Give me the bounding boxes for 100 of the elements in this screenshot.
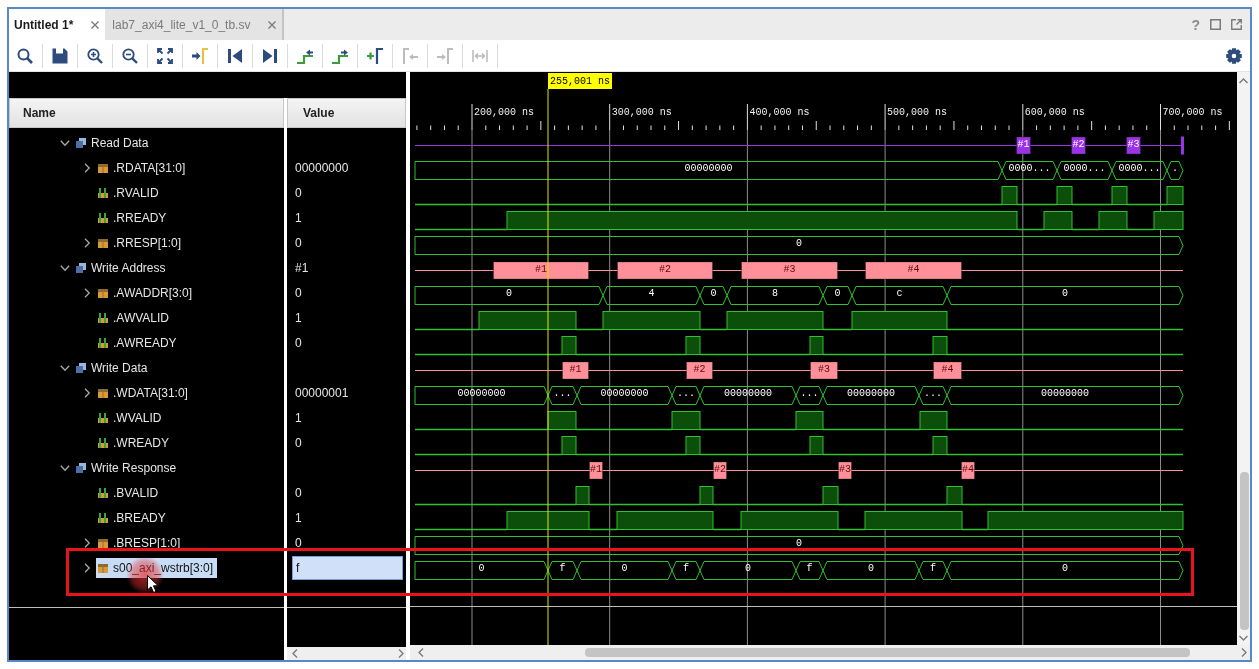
transaction-edge-marker[interactable] bbox=[1181, 136, 1184, 155]
bus-value-segment: 0 bbox=[576, 561, 673, 580]
bus-signal-icon bbox=[98, 562, 108, 573]
signal-value: 0 bbox=[295, 435, 302, 450]
close-icon[interactable] bbox=[268, 20, 277, 29]
signal-group-item[interactable]: Write Response bbox=[74, 457, 181, 478]
transaction-box[interactable]: #3 bbox=[1126, 136, 1141, 155]
bus-value-segment: 0 bbox=[946, 561, 1184, 580]
vertical-scrollbar[interactable] bbox=[1237, 72, 1250, 645]
signal-group-item[interactable]: Read Data bbox=[74, 132, 153, 153]
signal-item[interactable]: .BVALID bbox=[96, 482, 163, 503]
horizontal-scrollbar[interactable] bbox=[287, 647, 406, 660]
transaction-box[interactable]: #4 bbox=[865, 261, 962, 280]
skip-to-start-icon bbox=[227, 47, 243, 64]
transaction-box[interactable]: #3 bbox=[838, 461, 852, 480]
value-column-header[interactable]: Value bbox=[287, 98, 406, 128]
bit-signal-icon bbox=[98, 337, 108, 348]
bus-value-segment: . bbox=[1166, 161, 1184, 180]
signal-item[interactable]: .RRESP[1:0] bbox=[96, 232, 186, 253]
scroll-right-icon[interactable] bbox=[398, 649, 404, 658]
signal-item[interactable]: .RVALID bbox=[96, 182, 163, 203]
horizontal-scrollbar[interactable] bbox=[410, 645, 1250, 660]
transaction-box[interactable]: #2 bbox=[686, 361, 713, 380]
chevron-right-icon[interactable] bbox=[82, 162, 92, 173]
tab[interactable]: lab7_axi4_lite_v1_0_tb.sv bbox=[105, 9, 285, 40]
settings-icon[interactable] bbox=[1226, 47, 1242, 64]
transaction-box[interactable]: #2 bbox=[1071, 136, 1086, 155]
transaction-box[interactable]: #1 bbox=[589, 461, 603, 480]
signal-item[interactable]: .WDATA[31:0] bbox=[96, 382, 192, 403]
scroll-right-icon[interactable] bbox=[1241, 648, 1247, 657]
signal-group-icon bbox=[76, 362, 86, 373]
signal-item[interactable]: .WVALID bbox=[96, 407, 166, 428]
time-tick-label: 700,000 ns bbox=[1162, 106, 1223, 118]
signal-name: .WDATA[31:0] bbox=[113, 385, 188, 400]
bus-value-segment: 0 bbox=[414, 536, 1184, 555]
bus-value-segment: c bbox=[851, 286, 948, 305]
chevron-right-icon[interactable] bbox=[82, 537, 92, 548]
transaction-box[interactable]: #3 bbox=[741, 261, 838, 280]
signal-item[interactable]: .AWREADY bbox=[96, 332, 181, 353]
chevron-right-icon[interactable] bbox=[82, 237, 92, 248]
bit-signal-icon bbox=[98, 437, 108, 448]
bus-signal-icon bbox=[98, 387, 108, 398]
scroll-up-icon[interactable] bbox=[1239, 78, 1248, 84]
transaction-box[interactable]: #3 bbox=[810, 361, 838, 380]
float-window-icon[interactable] bbox=[1231, 19, 1242, 30]
name-column-header[interactable]: Name bbox=[9, 98, 284, 128]
bus-value-segment: 0000... bbox=[1111, 161, 1168, 180]
scroll-down-icon[interactable] bbox=[1239, 635, 1248, 641]
signal-group-item[interactable]: Write Data bbox=[74, 357, 152, 378]
bus-value-segment: 0 bbox=[822, 561, 920, 580]
bus-value-segment: 0000... bbox=[1056, 161, 1113, 180]
chevron-right-icon[interactable] bbox=[82, 387, 92, 398]
bus-value-segment: 00000000 bbox=[414, 161, 1003, 180]
skip-to-end-icon bbox=[262, 47, 278, 64]
signal-item[interactable]: .WREADY bbox=[96, 432, 173, 453]
bus-value-segment: 0 bbox=[699, 561, 797, 580]
bus-value-segment: 00000000 bbox=[946, 386, 1184, 405]
signal-value: 0 bbox=[295, 485, 302, 500]
scroll-left-icon[interactable] bbox=[292, 649, 298, 658]
expand-arrows-icon bbox=[157, 47, 173, 64]
signal-group-item[interactable]: Write Address bbox=[74, 257, 170, 278]
signal-item[interactable]: .AWVALID bbox=[96, 307, 173, 328]
signal-name: .AWVALID bbox=[113, 310, 169, 325]
transaction-box[interactable]: #4 bbox=[933, 361, 962, 380]
bus-value-segment: 8 bbox=[726, 286, 824, 305]
transaction-box[interactable]: #4 bbox=[961, 461, 975, 480]
transaction-box[interactable]: #1 bbox=[562, 361, 589, 380]
transaction-box[interactable]: #1 bbox=[1016, 136, 1031, 155]
search-icon bbox=[17, 47, 33, 64]
bus-value-segment: ... bbox=[671, 386, 701, 405]
close-icon[interactable] bbox=[91, 20, 100, 29]
transaction-box[interactable]: #2 bbox=[617, 261, 713, 280]
signal-group-name: Read Data bbox=[91, 135, 149, 150]
transaction-box[interactable]: #2 bbox=[713, 461, 727, 480]
signal-name: .RRESP[1:0] bbox=[113, 235, 182, 250]
signal-item[interactable]: .RDATA[31:0] bbox=[96, 157, 190, 178]
signal-value: f bbox=[292, 555, 403, 580]
signal-item[interactable]: .BRESP[1:0] bbox=[96, 532, 185, 553]
step-arrow-left-icon bbox=[297, 47, 313, 64]
signal-group-name: Write Address bbox=[91, 260, 166, 275]
chevron-right-icon[interactable] bbox=[82, 287, 92, 298]
cursor-time-label[interactable]: 255,001 ns bbox=[548, 73, 612, 89]
scroll-left-icon[interactable] bbox=[418, 648, 424, 657]
bus-value-segment: 0 bbox=[414, 561, 549, 580]
scrollbar-thumb[interactable] bbox=[585, 648, 1190, 657]
signal-value: 0 bbox=[295, 335, 302, 350]
tab[interactable]: Untitled 1* bbox=[9, 9, 106, 40]
chevron-right-icon[interactable] bbox=[82, 562, 92, 573]
signal-item[interactable]: .RREADY bbox=[96, 207, 171, 228]
maximize-icon[interactable] bbox=[1210, 19, 1221, 30]
signal-item[interactable]: .BREADY bbox=[96, 507, 170, 528]
scrollbar-thumb[interactable] bbox=[1240, 472, 1249, 630]
transaction-box[interactable]: #1 bbox=[493, 261, 589, 280]
signal-value: 0 bbox=[295, 535, 302, 550]
waveform-panel[interactable] bbox=[410, 72, 1237, 645]
bus-value-segment: 0 bbox=[946, 286, 1184, 305]
arrow-to-bracket-icon bbox=[192, 47, 208, 64]
signal-item[interactable]: .AWADDR[3:0] bbox=[96, 282, 197, 303]
bit-signal-icon bbox=[98, 487, 108, 498]
bus-value-segment: 00000000 bbox=[822, 386, 920, 405]
